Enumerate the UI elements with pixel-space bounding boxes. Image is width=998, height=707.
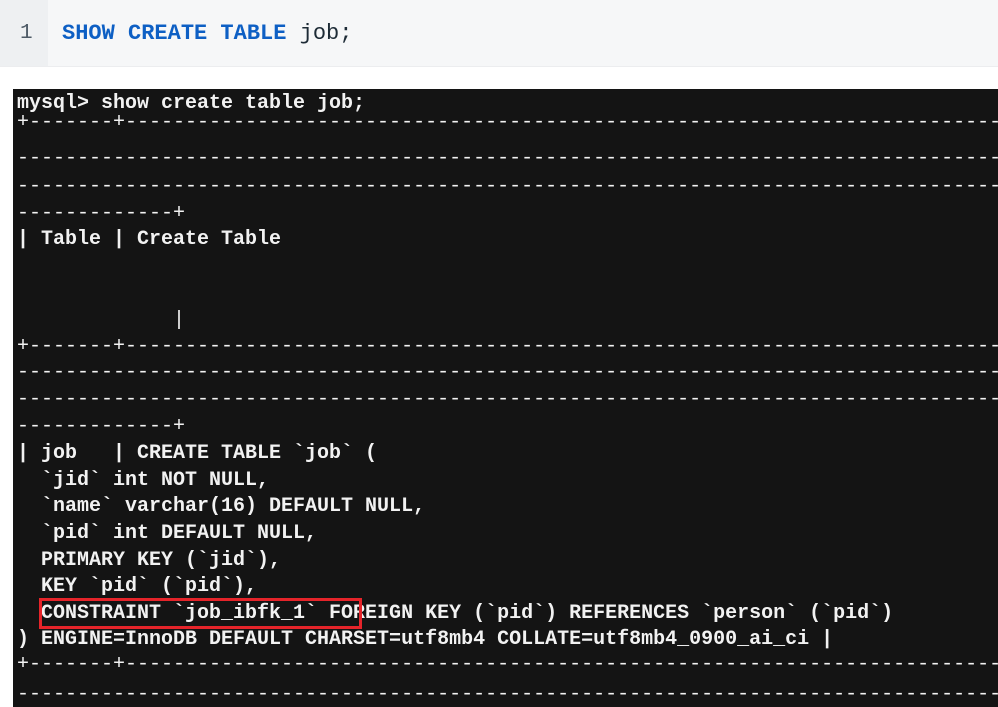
table-border-line: ----------------------------------------… bbox=[17, 361, 998, 384]
sql-editor[interactable]: 1 SHOW CREATE TABLE job; bbox=[0, 0, 998, 67]
ddl-line: KEY `pid` (`pid`), bbox=[17, 575, 258, 598]
constraint-highlight-box bbox=[39, 598, 362, 629]
ddl-engine-line: ) ENGINE=InnoDB DEFAULT CHARSET=utf8mb4 … bbox=[17, 628, 834, 651]
ddl-line: PRIMARY KEY (`jid`), bbox=[17, 549, 282, 572]
table-border-line: ----------------------------------------… bbox=[17, 683, 998, 706]
table-header-end: | bbox=[17, 309, 186, 332]
table-border-line: ----------------------------------------… bbox=[17, 147, 998, 170]
table-border-line: -------------+ bbox=[17, 415, 186, 438]
sql-statement-rest: job; bbox=[286, 21, 353, 46]
table-border-line: +-------+-------------------------------… bbox=[17, 111, 998, 134]
table-border-line: -------------+ bbox=[17, 202, 186, 225]
ddl-line: `jid` int NOT NULL, bbox=[17, 469, 270, 492]
ddl-line: `name` varchar(16) DEFAULT NULL, bbox=[17, 495, 426, 518]
table-border-line: +-------+-------------------------------… bbox=[17, 335, 998, 358]
table-border-line: ----------------------------------------… bbox=[17, 175, 998, 198]
table-data-row: | job | CREATE TABLE `job` ( bbox=[17, 442, 378, 465]
table-border-line: ----------------------------------------… bbox=[17, 388, 998, 411]
line-number: 1 bbox=[20, 22, 33, 45]
page: 1 SHOW CREATE TABLE job; mysql> show cre… bbox=[0, 0, 998, 707]
sql-statement[interactable]: SHOW CREATE TABLE job; bbox=[62, 20, 352, 48]
ddl-line: `pid` int DEFAULT NULL, bbox=[17, 522, 318, 545]
sql-keyword: SHOW CREATE TABLE bbox=[62, 21, 287, 46]
table-header-row: | Table | Create Table bbox=[17, 228, 282, 251]
terminal-output[interactable]: mysql> show create table job; +-------+-… bbox=[13, 89, 998, 707]
table-border-line: +-------+-------------------------------… bbox=[17, 653, 998, 676]
